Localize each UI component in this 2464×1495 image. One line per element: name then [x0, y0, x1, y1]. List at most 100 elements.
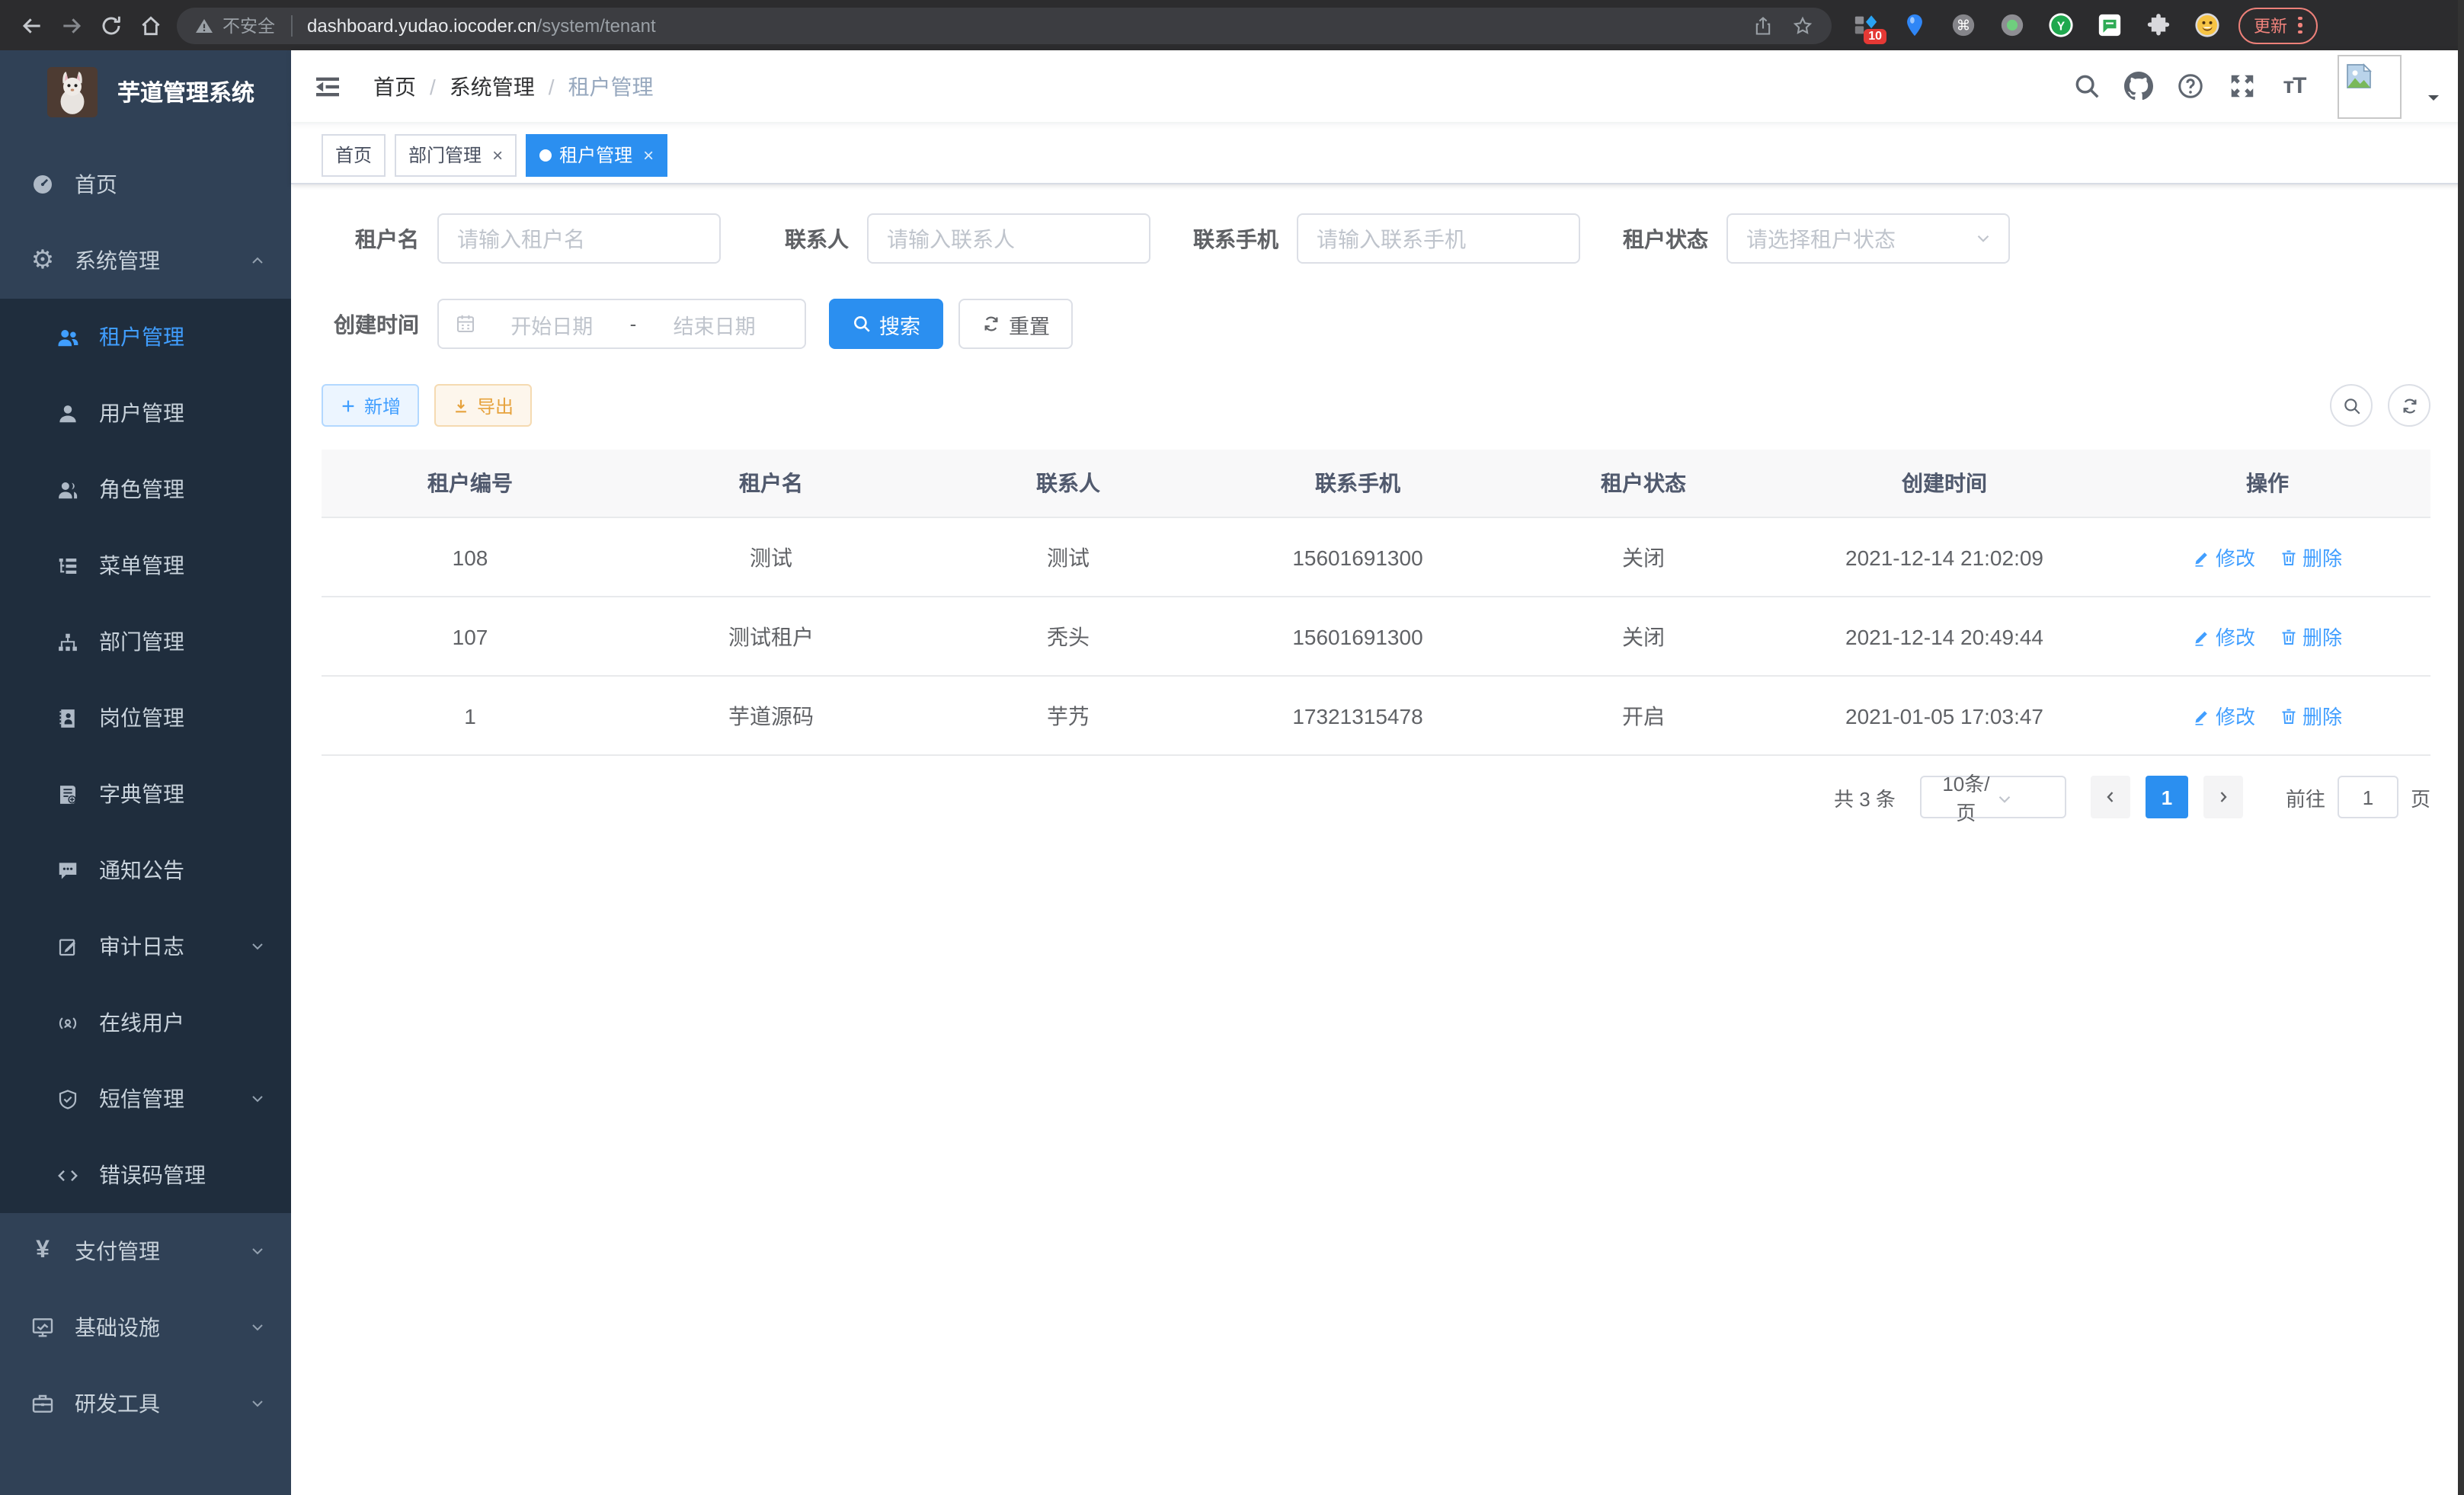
cell-created: 2021-01-05 17:03:47 [1784, 676, 2104, 755]
reset-button[interactable]: 重置 [958, 299, 1073, 349]
avatar-dropdown-caret-icon[interactable] [2424, 88, 2443, 106]
org-icon [56, 630, 79, 653]
browser-reload-button[interactable] [91, 5, 131, 45]
search-button[interactable]: 搜索 [829, 299, 943, 349]
sidebar-item-label: 首页 [75, 169, 117, 200]
sidebar-item-tenant[interactable]: 租户管理 [0, 299, 291, 375]
goto-page-input[interactable] [2338, 776, 2398, 818]
extension-chat-icon[interactable] [2097, 12, 2123, 38]
app-logo-row[interactable]: 芋道管理系统 [0, 50, 291, 134]
breadcrumb-item[interactable]: 系统管理 [450, 71, 535, 101]
active-tab-dot [539, 149, 552, 161]
prev-page-button[interactable] [2091, 776, 2130, 818]
table-body: 108测试测试15601691300关闭2021-12-14 21:02:09修… [322, 517, 2430, 755]
sidebar-item-notice[interactable]: 通知公告 [0, 832, 291, 908]
extension-record-icon[interactable] [1999, 12, 2025, 38]
navbar: 首页/系统管理/租户管理 тT [291, 50, 2464, 122]
tenant-status-select[interactable]: 请选择租户状态 [1726, 213, 2010, 264]
sidebar-item-label: 短信管理 [99, 1084, 184, 1114]
cell-status: 关闭 [1502, 597, 1784, 676]
security-warning-icon[interactable] [195, 16, 213, 34]
extension-y-icon[interactable]: Y [2048, 12, 2074, 38]
browser-menu-dots-icon[interactable] [2298, 17, 2302, 34]
page-size-select[interactable]: 10条/页 [1920, 776, 2066, 818]
sidebar-item-system[interactable]: ⚙系统管理 [0, 222, 291, 299]
sidebar-item-dept[interactable]: 部门管理 [0, 603, 291, 680]
extensions-puzzle-icon[interactable] [2146, 12, 2171, 38]
sidebar-item-label: 研发工具 [75, 1388, 160, 1419]
sidebar-item-post[interactable]: 岗位管理 [0, 680, 291, 756]
sidebar-item-devtools[interactable]: 研发工具 [0, 1365, 291, 1442]
sidebar-collapse-icon[interactable] [312, 71, 343, 101]
extension-grid-icon[interactable]: 10 [1853, 12, 1879, 38]
tenant-table: 租户编号租户名联系人联系手机租户状态创建时间操作 108测试测试15601691… [322, 450, 2430, 756]
tab-dept[interactable]: 部门管理× [395, 133, 517, 176]
goto-label: 前往 [2286, 783, 2325, 812]
delete-icon [2280, 706, 2298, 725]
fullscreen-icon[interactable] [2228, 72, 2257, 101]
refresh-button[interactable] [2388, 384, 2430, 427]
github-icon[interactable] [2124, 72, 2153, 101]
extension-command-icon[interactable]: ⌘ [1950, 12, 1976, 38]
create-time-range-picker[interactable]: 开始日期 - 结束日期 [437, 299, 806, 349]
edit-link[interactable]: 修改 [2193, 622, 2255, 651]
add-button[interactable]: 新增 [322, 384, 419, 427]
sidebar-item-infra[interactable]: 基础设施 [0, 1289, 291, 1365]
sidebar-item-menu[interactable]: 菜单管理 [0, 527, 291, 603]
table-toolbar: 新增 导出 [322, 384, 2430, 427]
cell-status: 关闭 [1502, 517, 1784, 597]
browser-home-button[interactable] [131, 5, 171, 45]
chevron-down-icon [248, 1090, 267, 1108]
help-icon[interactable] [2176, 72, 2205, 101]
window-edge [2458, 0, 2464, 1495]
tab-home[interactable]: 首页 [322, 133, 386, 176]
close-icon[interactable]: × [492, 146, 503, 164]
post-icon [56, 706, 79, 729]
page-number-1[interactable]: 1 [2146, 776, 2188, 818]
export-button[interactable]: 导出 [434, 384, 532, 427]
bookmark-star-icon[interactable] [1792, 14, 1813, 36]
gear-icon: ⚙ [30, 248, 55, 273]
browser-forward-button[interactable] [52, 5, 91, 45]
sidebar-item-sms[interactable]: 短信管理 [0, 1061, 291, 1137]
sidebar-item-user[interactable]: 用户管理 [0, 375, 291, 451]
chevron-down-icon [248, 937, 267, 956]
close-icon[interactable]: × [643, 146, 654, 164]
search-icon[interactable] [2072, 72, 2101, 101]
sidebar-item-pay[interactable]: ¥支付管理 [0, 1213, 291, 1289]
sidebar-item-home[interactable]: 首页 [0, 146, 291, 222]
end-date-placeholder: 结束日期 [639, 309, 789, 339]
menu-tree-icon [56, 554, 79, 577]
user-avatar[interactable] [2338, 54, 2402, 118]
sidebar-item-log[interactable]: 审计日志 [0, 908, 291, 984]
next-page-button[interactable] [2203, 776, 2243, 818]
profile-avatar-icon[interactable] [2194, 12, 2220, 38]
table-row: 1芋道源码芋艿17321315478开启2021-01-05 17:03:47修… [322, 676, 2430, 755]
cell-contact: 秃头 [923, 597, 1213, 676]
toggle-search-button[interactable] [2330, 384, 2373, 427]
edit-icon [2193, 548, 2211, 566]
share-icon[interactable] [1752, 14, 1774, 36]
browser-back-button[interactable] [12, 5, 52, 45]
edit-link[interactable]: 修改 [2193, 701, 2255, 730]
breadcrumb-item[interactable]: 首页 [373, 71, 416, 101]
sidebar-item-errcode[interactable]: 错误码管理 [0, 1137, 291, 1213]
font-size-icon[interactable]: тT [2280, 72, 2309, 101]
url-divider [290, 14, 292, 36]
delete-link[interactable]: 删除 [2280, 622, 2342, 651]
delete-link[interactable]: 删除 [2280, 701, 2342, 730]
edit-link[interactable]: 修改 [2193, 543, 2255, 571]
contact-name-input[interactable] [867, 213, 1150, 264]
filter-row-1: 租户名 联系人 联系手机 租户状态 请选择租户状态 [322, 213, 2430, 264]
url-bar[interactable]: 不安全 dashboard.yudao.iocoder.cn /system/t… [177, 7, 1832, 43]
tab-tenant[interactable]: 租户管理× [526, 133, 667, 176]
sidebar-item-role[interactable]: 角色管理 [0, 451, 291, 527]
contact-mobile-input[interactable] [1297, 213, 1580, 264]
chevron-down-icon [248, 1318, 267, 1337]
sidebar-item-online[interactable]: 在线用户 [0, 984, 291, 1061]
sidebar-item-dict[interactable]: 字典管理 [0, 756, 291, 832]
browser-update-button[interactable]: 更新 [2238, 7, 2317, 43]
tenant-name-input[interactable] [437, 213, 721, 264]
delete-link[interactable]: 删除 [2280, 543, 2342, 571]
extension-pin-icon[interactable] [1902, 12, 1928, 38]
